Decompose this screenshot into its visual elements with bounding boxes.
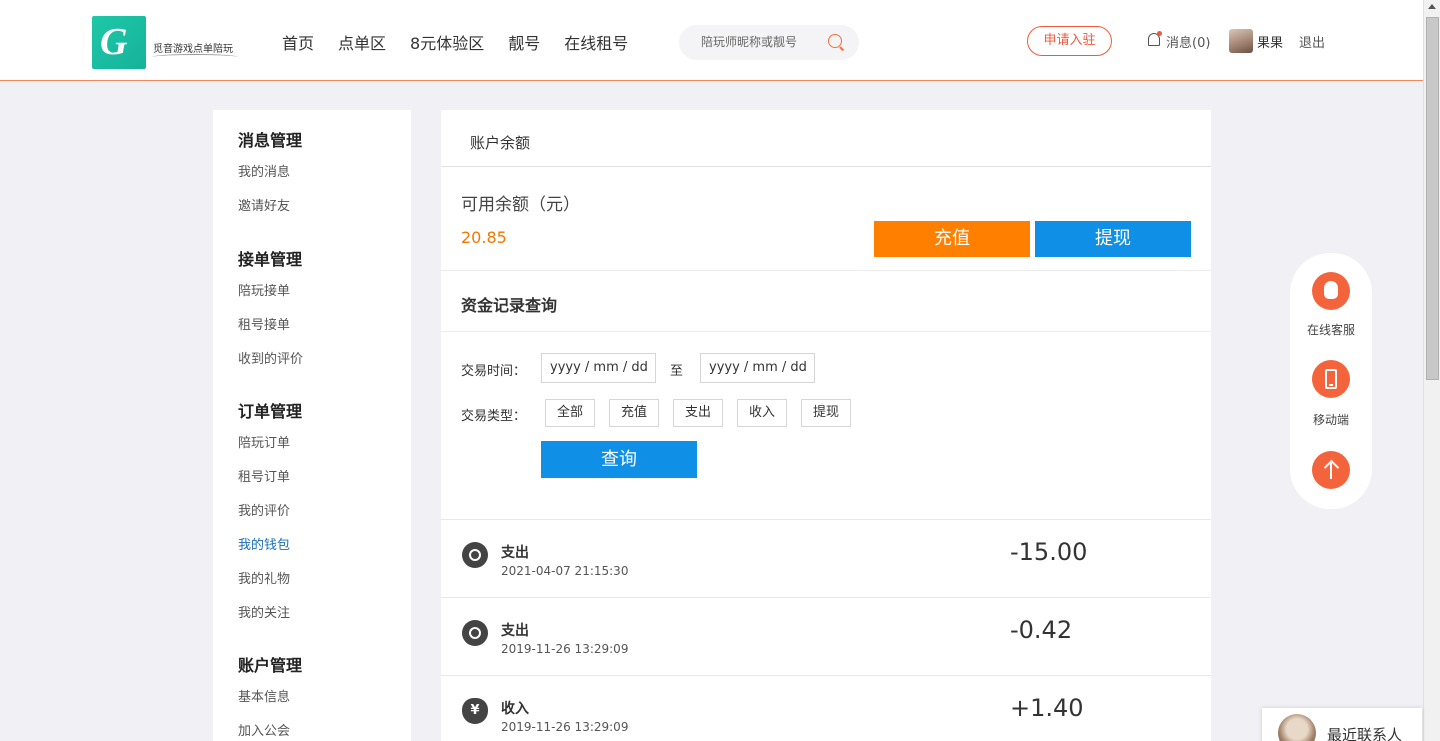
customer-service-button[interactable] <box>1312 272 1350 310</box>
sidebar-item-rent-orders[interactable]: 租号接单 <box>238 309 303 343</box>
record-amount: -15.00 <box>1010 538 1088 566</box>
end-date-input[interactable]: yyyy / mm / dd <box>700 353 815 383</box>
sidebar-item-my-reviews[interactable]: 我的评价 <box>238 495 302 529</box>
sidebar-group-title: 账户管理 <box>238 656 303 675</box>
record-row: ¥ 收入 2019-11-26 13:29:09 +1.40 <box>441 675 1211 741</box>
balance-value: 20.85 <box>461 228 507 247</box>
expense-coin-icon <box>462 620 488 646</box>
logo-text: 觅音游戏点单陪玩 <box>153 44 233 55</box>
sidebar-group-title: 消息管理 <box>238 131 303 150</box>
scroll-up-icon[interactable] <box>1428 4 1436 9</box>
search-box <box>679 25 859 60</box>
logo-mark-icon: G <box>92 16 146 69</box>
divider <box>441 270 1211 271</box>
record-time: 2021-04-07 21:15:30 <box>501 564 629 578</box>
start-date-input[interactable]: yyyy / mm / dd <box>541 353 656 383</box>
user-avatar[interactable] <box>1229 29 1253 53</box>
back-to-top-button[interactable] <box>1312 451 1350 489</box>
sidebar-group-title: 订单管理 <box>238 402 303 421</box>
customer-service-label: 在线客服 <box>1306 323 1355 337</box>
sidebar-group-account: 账户管理 基本信息 加入公会 <box>238 656 302 741</box>
record-amount: +1.40 <box>1010 694 1084 722</box>
type-filter-all[interactable]: 全部 <box>545 399 595 427</box>
record-type: 支出 <box>501 545 529 561</box>
top-header: G 觅音游戏点单陪玩 首页 点单区 8元体验区 靓号 在线租号 申请入驻 消息(… <box>0 0 1423 81</box>
record-amount: -0.42 <box>1010 616 1073 644</box>
to-label: 至 <box>670 364 684 379</box>
record-row: 支出 2019-11-26 13:29:09 -0.42 <box>441 597 1211 675</box>
nav-order-zone[interactable]: 点单区 <box>338 30 386 54</box>
record-time: 2019-11-26 13:29:09 <box>501 642 629 656</box>
sidebar-item-play-orders[interactable]: 陪玩接单 <box>238 275 303 309</box>
type-filter-expense[interactable]: 支出 <box>673 399 723 427</box>
page-scrollbar[interactable] <box>1423 0 1440 741</box>
divider <box>441 331 1211 332</box>
user-name[interactable]: 果果 <box>1257 32 1283 51</box>
phone-icon <box>1325 369 1337 389</box>
income-moneybag-icon: ¥ <box>462 698 488 724</box>
recent-contacts-label: 最近联系人 <box>1327 726 1403 741</box>
arrow-up-icon <box>1330 461 1332 479</box>
nav-home[interactable]: 首页 <box>282 30 314 54</box>
sidebar-item-rent-order-list[interactable]: 租号订单 <box>238 461 302 495</box>
record-time: 2019-11-26 13:29:09 <box>501 720 629 734</box>
logo-swoosh <box>152 54 238 60</box>
floating-toolbar: 在线客服 移动端 <box>1290 253 1372 509</box>
apply-join-button[interactable]: 申请入驻 <box>1027 26 1112 56</box>
nav-trial-zone[interactable]: 8元体验区 <box>410 30 484 54</box>
sidebar-group-my-orders: 订单管理 陪玩订单 租号订单 我的评价 我的钱包 我的礼物 我的关注 <box>238 402 302 631</box>
panel-header: 账户余额 <box>441 110 1211 167</box>
qq-icon <box>1324 281 1338 299</box>
record-row: 支出 2021-04-07 21:15:30 -15.00 <box>441 519 1211 597</box>
sidebar: 消息管理 我的消息 邀请好友 接单管理 陪玩接单 租号接单 收到的评价 订单管理… <box>213 110 411 741</box>
nav-rent-account[interactable]: 在线租号 <box>564 30 628 54</box>
query-section-title: 资金记录查询 <box>461 296 558 315</box>
sidebar-item-play-order-list[interactable]: 陪玩订单 <box>238 427 302 461</box>
record-type: 收入 <box>501 701 529 717</box>
nav-vip-number[interactable]: 靓号 <box>508 30 540 54</box>
logout-link[interactable]: 退出 <box>1299 32 1325 51</box>
contact-avatar <box>1278 714 1316 741</box>
type-filter-withdraw[interactable]: 提现 <box>801 399 851 427</box>
sidebar-item-my-messages[interactable]: 我的消息 <box>238 156 302 190</box>
bell-icon[interactable] <box>1148 31 1162 46</box>
type-filter-income[interactable]: 收入 <box>737 399 787 427</box>
page-title: 账户余额 <box>470 134 531 152</box>
wallet-panel: 账户余额 可用余额（元） 20.85 充值 提现 资金记录查询 交易时间： yy… <box>441 110 1211 741</box>
sidebar-group-orders-received: 接单管理 陪玩接单 租号接单 收到的评价 <box>238 250 303 377</box>
sidebar-group-title: 接单管理 <box>238 250 303 269</box>
sidebar-item-basic-info[interactable]: 基本信息 <box>238 681 302 715</box>
site-logo[interactable]: G 觅音游戏点单陪玩 <box>92 16 242 70</box>
sidebar-item-my-gifts[interactable]: 我的礼物 <box>238 563 302 597</box>
sidebar-item-received-reviews[interactable]: 收到的评价 <box>238 343 303 377</box>
sidebar-item-my-follows[interactable]: 我的关注 <box>238 597 302 631</box>
query-button[interactable]: 查询 <box>541 441 697 478</box>
record-type: 支出 <box>501 623 529 639</box>
sidebar-item-my-wallet[interactable]: 我的钱包 <box>238 529 302 563</box>
messages-link[interactable]: 消息(0) <box>1166 32 1210 51</box>
withdraw-button[interactable]: 提现 <box>1035 221 1191 257</box>
expense-coin-icon <box>462 542 488 568</box>
mobile-button[interactable] <box>1312 360 1350 398</box>
trade-time-label: 交易时间： <box>461 364 527 379</box>
search-icon[interactable] <box>828 34 842 48</box>
sidebar-item-join-guild[interactable]: 加入公会 <box>238 715 302 741</box>
recharge-button[interactable]: 充值 <box>874 221 1030 257</box>
balance-label: 可用余额（元） <box>461 195 580 215</box>
trade-type-label: 交易类型： <box>461 409 527 424</box>
main-nav: 首页 点单区 8元体验区 靓号 在线租号 <box>282 30 652 54</box>
search-input[interactable] <box>701 33 821 51</box>
sidebar-item-invite-friends[interactable]: 邀请好友 <box>238 190 302 224</box>
mobile-label: 移动端 <box>1312 413 1349 427</box>
scroll-thumb[interactable] <box>1426 17 1439 380</box>
sidebar-group-messages: 消息管理 我的消息 邀请好友 <box>238 131 302 224</box>
type-filter-recharge[interactable]: 充值 <box>609 399 659 427</box>
recent-contacts-widget[interactable]: 最近联系人 <box>1262 708 1422 741</box>
